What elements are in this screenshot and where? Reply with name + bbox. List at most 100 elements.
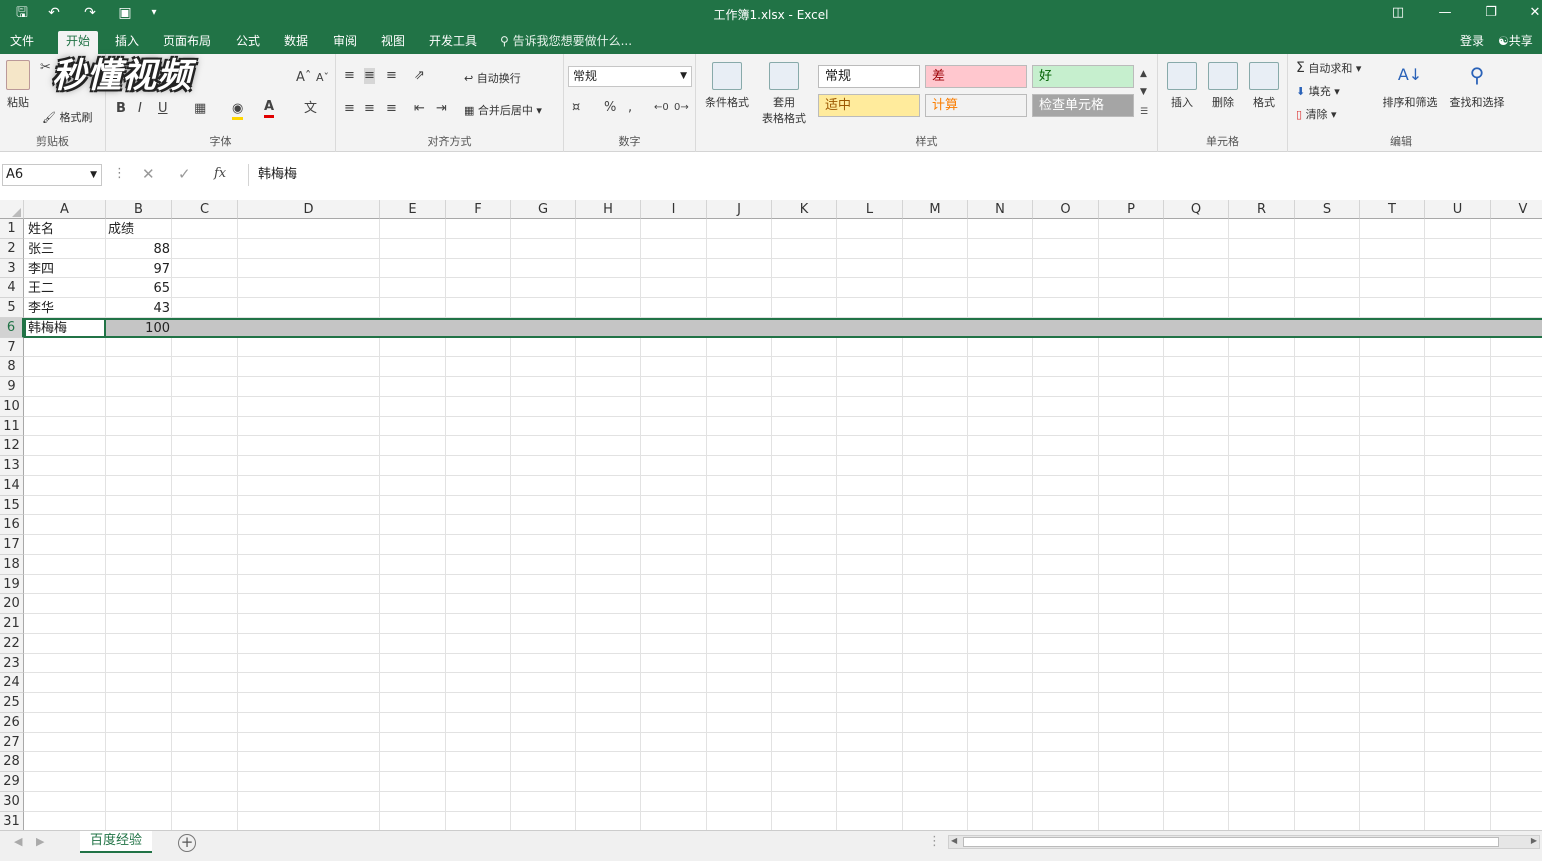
- phonetic-icon[interactable]: 文: [304, 101, 317, 117]
- cell-b1[interactable]: 成绩: [108, 220, 134, 239]
- cell-b4[interactable]: 65: [106, 279, 170, 298]
- row-header-29[interactable]: 29: [0, 772, 24, 792]
- minimize-icon[interactable]: —: [1430, 2, 1460, 24]
- tab-file[interactable]: 文件: [2, 31, 42, 54]
- column-header-o[interactable]: O: [1033, 200, 1099, 219]
- row-header-7[interactable]: 7: [0, 338, 24, 357]
- row-header-1[interactable]: 1: [0, 219, 24, 239]
- delete-cells-button[interactable]: 删除: [1203, 62, 1243, 110]
- row-header-26[interactable]: 26: [0, 713, 24, 733]
- next-sheet-icon[interactable]: ▶: [36, 834, 44, 850]
- column-header-i[interactable]: I: [641, 200, 707, 219]
- scrollbar-thumb[interactable]: [963, 837, 1499, 847]
- column-header-l[interactable]: L: [837, 200, 903, 219]
- column-header-n[interactable]: N: [968, 200, 1033, 219]
- select-all-button[interactable]: [0, 200, 24, 219]
- paste-button[interactable]: 粘贴: [4, 60, 32, 110]
- align-right-icon[interactable]: ≡: [386, 101, 397, 117]
- percent-button[interactable]: %: [604, 100, 616, 116]
- row-header-4[interactable]: 4: [0, 278, 24, 298]
- sort-filter-button[interactable]: A↓ 排序和筛选: [1378, 62, 1442, 110]
- row-header-3[interactable]: 3: [0, 259, 24, 278]
- column-header-v[interactable]: V: [1491, 200, 1542, 219]
- ribbon-display-icon[interactable]: ◫: [1383, 2, 1413, 24]
- column-header-d[interactable]: D: [238, 200, 380, 219]
- column-header-j[interactable]: J: [707, 200, 772, 219]
- row-header-10[interactable]: 10: [0, 397, 24, 417]
- insert-cells-button[interactable]: 插入: [1162, 62, 1202, 110]
- top-align-icon[interactable]: ≡: [344, 68, 355, 84]
- tell-me-search[interactable]: ⚲ 告诉我您想要做什么...: [500, 32, 632, 49]
- column-header-a[interactable]: A: [24, 200, 106, 219]
- row-header-21[interactable]: 21: [0, 614, 24, 634]
- conditional-format-button[interactable]: 条件格式: [700, 62, 754, 110]
- cancel-icon[interactable]: ✕: [142, 166, 155, 182]
- tab-developer[interactable]: 开发工具: [421, 31, 485, 54]
- worksheet-grid[interactable]: ABCDEFGHIJKLMNOPQRSTUV 1 2 3 4 5 6 7 8 9 10 11 12 13…: [0, 200, 1542, 830]
- column-header-q[interactable]: Q: [1164, 200, 1229, 219]
- row-header-13[interactable]: 13: [0, 456, 24, 476]
- style-check-cell[interactable]: 检查单元格: [1032, 94, 1134, 117]
- name-box[interactable]: A6 ▼: [2, 164, 102, 186]
- add-sheet-icon[interactable]: +: [178, 834, 196, 852]
- bottom-align-icon[interactable]: ≡: [386, 68, 397, 84]
- align-left-icon[interactable]: ≡: [344, 101, 355, 117]
- tab-review[interactable]: 审阅: [325, 31, 365, 54]
- row-header-6[interactable]: 6: [0, 318, 24, 338]
- cell-b2[interactable]: 88: [106, 240, 170, 259]
- sign-in-link[interactable]: 登录: [1460, 32, 1484, 49]
- row-header-9[interactable]: 9: [0, 377, 24, 397]
- column-header-r[interactable]: R: [1229, 200, 1295, 219]
- close-icon[interactable]: ✕: [1520, 2, 1542, 24]
- styles-more-icon[interactable]: ☰: [1140, 104, 1148, 120]
- row-header-19[interactable]: 19: [0, 575, 24, 594]
- column-header-k[interactable]: K: [772, 200, 837, 219]
- formula-input[interactable]: 韩梅梅: [248, 164, 1540, 186]
- prev-sheet-icon[interactable]: ◀: [14, 834, 22, 850]
- style-calculation[interactable]: 计算: [925, 94, 1027, 117]
- increase-decimal-icon[interactable]: ←0: [654, 100, 669, 116]
- column-header-m[interactable]: M: [903, 200, 968, 219]
- row-header-27[interactable]: 27: [0, 733, 24, 752]
- orientation-icon[interactable]: ⇗: [414, 68, 425, 84]
- grow-font-icon[interactable]: Aˆ: [296, 70, 311, 86]
- find-select-button[interactable]: ⚲ 查找和选择: [1444, 62, 1510, 110]
- format-painter-button[interactable]: 🖌 格式刷: [42, 109, 92, 125]
- shrink-font-icon[interactable]: Aˇ: [316, 70, 329, 86]
- row-header-16[interactable]: 16: [0, 515, 24, 535]
- cell-b3[interactable]: 97: [106, 260, 170, 279]
- cell-a5[interactable]: 李华: [28, 299, 54, 318]
- currency-icon[interactable]: ¤: [572, 100, 580, 116]
- tab-view[interactable]: 视图: [373, 31, 413, 54]
- middle-align-icon[interactable]: ≡: [364, 68, 375, 84]
- decrease-indent-icon[interactable]: ⇤: [414, 101, 425, 117]
- horizontal-scrollbar[interactable]: ◀ ▶: [948, 835, 1540, 849]
- column-header-c[interactable]: C: [172, 200, 238, 219]
- row-header-15[interactable]: 15: [0, 496, 24, 515]
- style-normal[interactable]: 常规: [818, 65, 920, 88]
- fill-button[interactable]: ⬇ 填充 ▾: [1296, 83, 1340, 99]
- row-header-14[interactable]: 14: [0, 476, 24, 496]
- styles-scroll-down-icon[interactable]: ▼: [1140, 84, 1147, 100]
- row-header-5[interactable]: 5: [0, 298, 24, 318]
- cell-a1[interactable]: 姓名: [28, 220, 54, 239]
- cell-a4[interactable]: 王二: [28, 279, 54, 298]
- cell-b5[interactable]: 43: [106, 299, 170, 318]
- column-header-h[interactable]: H: [576, 200, 641, 219]
- column-header-g[interactable]: G: [511, 200, 576, 219]
- share-button[interactable]: ☯共享: [1498, 32, 1533, 49]
- column-header-u[interactable]: U: [1425, 200, 1491, 219]
- scroll-left-icon[interactable]: ◀: [951, 836, 957, 845]
- column-header-p[interactable]: P: [1099, 200, 1164, 219]
- increase-indent-icon[interactable]: ⇥: [436, 101, 447, 117]
- wrap-text-button[interactable]: ↩ 自动换行: [464, 70, 521, 86]
- sheet-tab[interactable]: 百度经验: [80, 831, 152, 853]
- row-header-11[interactable]: 11: [0, 417, 24, 436]
- row-header-2[interactable]: 2: [0, 239, 24, 259]
- restore-icon[interactable]: ❐: [1476, 2, 1506, 24]
- column-header-b[interactable]: B: [106, 200, 172, 219]
- column-header-t[interactable]: T: [1360, 200, 1425, 219]
- style-bad[interactable]: 差: [925, 65, 1027, 88]
- column-header-f[interactable]: F: [446, 200, 511, 219]
- cell-a2[interactable]: 张三: [28, 240, 54, 259]
